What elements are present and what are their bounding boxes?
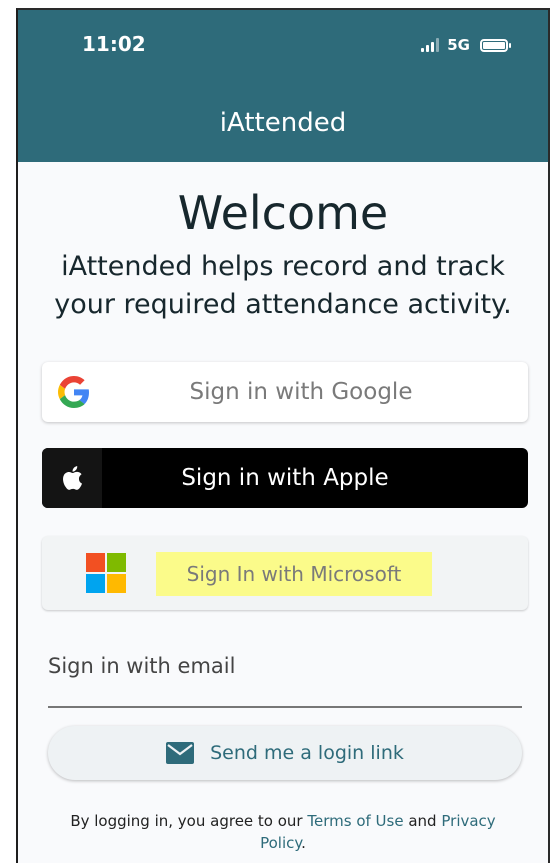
phone-screen: 11:02 5G iAttended Welcome iAttended hel… — [16, 8, 550, 863]
send-login-link-button[interactable]: Send me a login link — [48, 726, 522, 780]
tagline-text: iAttended helps record and track your re… — [54, 251, 512, 320]
network-type: 5G — [447, 36, 470, 54]
apple-sign-in-button[interactable]: Sign in with Apple — [42, 448, 528, 508]
terms-of-use-link[interactable]: Terms of Use — [307, 812, 403, 830]
battery-icon — [480, 38, 511, 52]
email-field[interactable]: Sign in with email — [48, 654, 235, 678]
apple-icon — [63, 466, 82, 490]
microsoft-icon — [86, 553, 126, 593]
apple-icon-box — [42, 448, 102, 508]
google-sign-in-button[interactable]: Sign in with Google — [42, 362, 528, 422]
google-sign-in-label: Sign in with Google — [189, 379, 413, 405]
signal-icon — [421, 38, 440, 52]
terms-suffix: . — [301, 834, 306, 852]
google-icon — [58, 376, 89, 408]
email-field-underline — [48, 706, 522, 708]
mail-icon — [166, 742, 195, 764]
microsoft-label-highlight: Sign In with Microsoft — [156, 552, 432, 596]
terms-notice: By logging in, you agree to our Terms of… — [48, 810, 518, 854]
status-time: 11:02 — [82, 32, 146, 56]
microsoft-sign-in-label: Sign In with Microsoft — [186, 562, 402, 586]
send-login-link-label: Send me a login link — [210, 742, 404, 764]
status-icons: 5G — [421, 36, 511, 54]
terms-and: and — [408, 812, 437, 830]
microsoft-sign-in-button[interactable]: Sign In with Microsoft — [42, 536, 528, 610]
welcome-heading: Welcome — [177, 186, 389, 240]
app-header: 11:02 5G iAttended — [18, 10, 548, 162]
app-title: iAttended — [219, 108, 347, 138]
apple-sign-in-label: Sign in with Apple — [181, 465, 389, 491]
terms-prefix: By logging in, you agree to our — [70, 812, 303, 830]
